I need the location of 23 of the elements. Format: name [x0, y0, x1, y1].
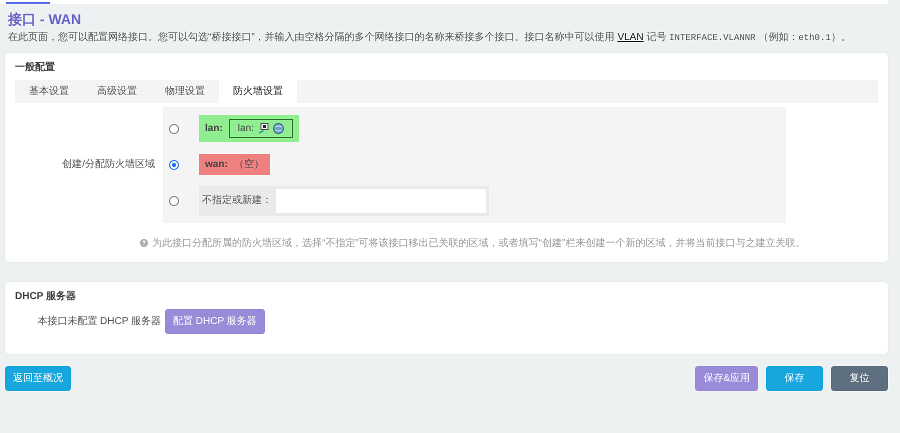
radio-button[interactable] [169, 196, 179, 206]
tab[interactable]: 防火墙设置 [219, 80, 297, 103]
page-title: 接口 - WAN [8, 10, 82, 28]
tab[interactable]: 高级设置 [83, 80, 151, 103]
help-icon [140, 239, 148, 248]
help-text: 为此接口分配所属的防火墙区域，选择“不指定”可将该接口移出已关联的区域，或者填写“创建”栏来创建一个新的区域，并将当前接口与之建立关联。 [152, 236, 806, 250]
radio-button[interactable] [169, 160, 179, 170]
vlan-link[interactable]: VLAN [617, 32, 644, 44]
radio-button[interactable] [169, 124, 179, 134]
section-title: 一般配置 [15, 60, 56, 74]
zone-badge[interactable]: wan: （空） [199, 154, 270, 176]
section-title: DHCP 服务器 [15, 290, 77, 303]
computer-icon [258, 123, 269, 134]
reset-button[interactable]: 复位 [831, 366, 888, 391]
tab[interactable]: 基本设置 [15, 80, 83, 103]
dhcp-note: 本接口未配置 DHCP 服务器 [36, 314, 162, 328]
page-description: 在此页面，您可以配置网络接口。您可以勾选“桥接接口”，并输入由空格分隔的多个网络接口的名称来桥接多个接口。接口名称中可以使用 VLAN 记号 INTERFACE.VLANNR （例如：eth0.1）。 [8, 31, 852, 45]
zone-badge[interactable]: lan: lan: [199, 115, 299, 142]
globe-icon [272, 123, 284, 134]
network-tag: lan: [228, 119, 293, 138]
field-label: 不指定或新建： [202, 194, 272, 208]
tab[interactable]: 物理设置 [151, 80, 219, 103]
field-label: 创建/分配防火墙区域 [61, 158, 156, 172]
